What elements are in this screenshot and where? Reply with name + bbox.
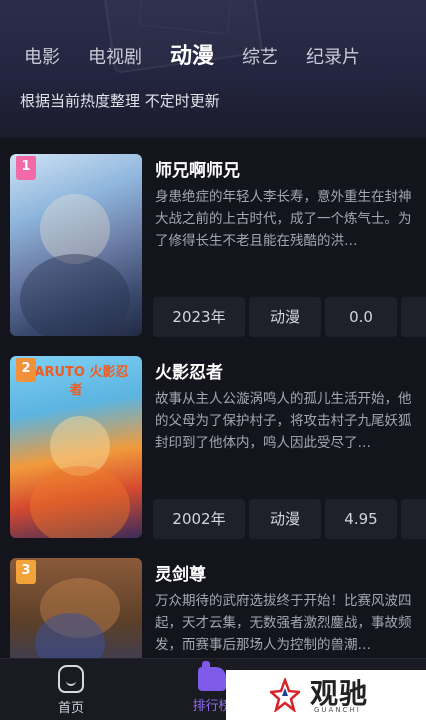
rank-badge: 2 (16, 358, 36, 382)
item-description: 身患绝症的年轻人李长寿，意外重生在封神大战之前的上古时代，成了一个炼气士。为了修… (155, 189, 412, 249)
watermark-subtext: GUANCHI (314, 706, 361, 714)
ranking-subtitle: 根据当前热度整理 不定时更新 (20, 92, 220, 110)
more-tag (401, 297, 426, 337)
category-tabs: 电影 电视剧 动漫 综艺 纪录片 (24, 38, 388, 70)
ranking-icon (198, 661, 226, 691)
score-tag: 4.95 (325, 499, 397, 539)
genre-tag: 动漫 (249, 499, 321, 539)
poster-logo-text: NARUTO 火影忍者 (23, 365, 129, 398)
star-logo-icon (270, 678, 300, 712)
rank-badge: 1 (16, 156, 36, 180)
item-title[interactable]: 火影忍者 (155, 358, 223, 383)
poster-image[interactable]: NARUTO 火影忍者 2 (10, 356, 142, 538)
year-tag: 2023年 (153, 297, 245, 337)
score-tag: 0.0 (325, 297, 397, 337)
item-tags: 2023年 动漫 0.0 (153, 297, 426, 337)
list-item[interactable]: 1 师兄啊师兄 身患绝症的年轻人李长寿，意外重生在封神大战之前的上古时代，成了一… (10, 154, 426, 342)
watermark: 观驰 GUANCHI (226, 670, 426, 720)
nav-home-label: 首页 (57, 701, 84, 716)
tab-variety[interactable]: 综艺 (242, 43, 278, 69)
item-tags: 2002年 动漫 4.95 (153, 499, 426, 539)
more-tag (401, 499, 426, 539)
list-item[interactable]: 3 灵剑尊 万众期待的武府选拔终于开始！比赛风波四起，天才云集，无数强者激烈鏖战… (10, 558, 426, 658)
ranking-list[interactable]: 1 师兄啊师兄 身患绝症的年轻人李长寿，意外重生在封神大战之前的上古时代，成了一… (0, 138, 426, 658)
header: 电影 电视剧 动漫 综艺 纪录片 根据当前热度整理 不定时更新 (0, 0, 426, 138)
tab-documentary[interactable]: 纪录片 (306, 43, 360, 69)
nav-home[interactable]: 首页 (31, 665, 111, 716)
rank-badge: 3 (16, 560, 36, 584)
list-item[interactable]: NARUTO 火影忍者 2 火影忍者 故事从主人公漩涡鸣人的孤儿生活开始，他的父… (10, 356, 426, 544)
item-description: 故事从主人公漩涡鸣人的孤儿生活开始，他的父母为了保护村子，将攻击村子九尾妖狐封印… (155, 391, 412, 451)
item-title[interactable]: 灵剑尊 (155, 560, 206, 585)
poster-image[interactable]: 1 (10, 154, 142, 336)
year-tag: 2002年 (153, 499, 245, 539)
poster-image[interactable]: 3 (10, 558, 142, 658)
item-title[interactable]: 师兄啊师兄 (155, 156, 240, 181)
item-description: 万众期待的武府选拔终于开始！比赛风波四起，天才云集，无数强者激烈鏖战，事故频发，… (155, 593, 412, 653)
genre-tag: 动漫 (249, 297, 321, 337)
tab-anime[interactable]: 动漫 (170, 38, 214, 70)
tab-movie[interactable]: 电影 (24, 43, 60, 69)
tab-tv-series[interactable]: 电视剧 (88, 43, 142, 69)
home-icon (58, 665, 84, 693)
